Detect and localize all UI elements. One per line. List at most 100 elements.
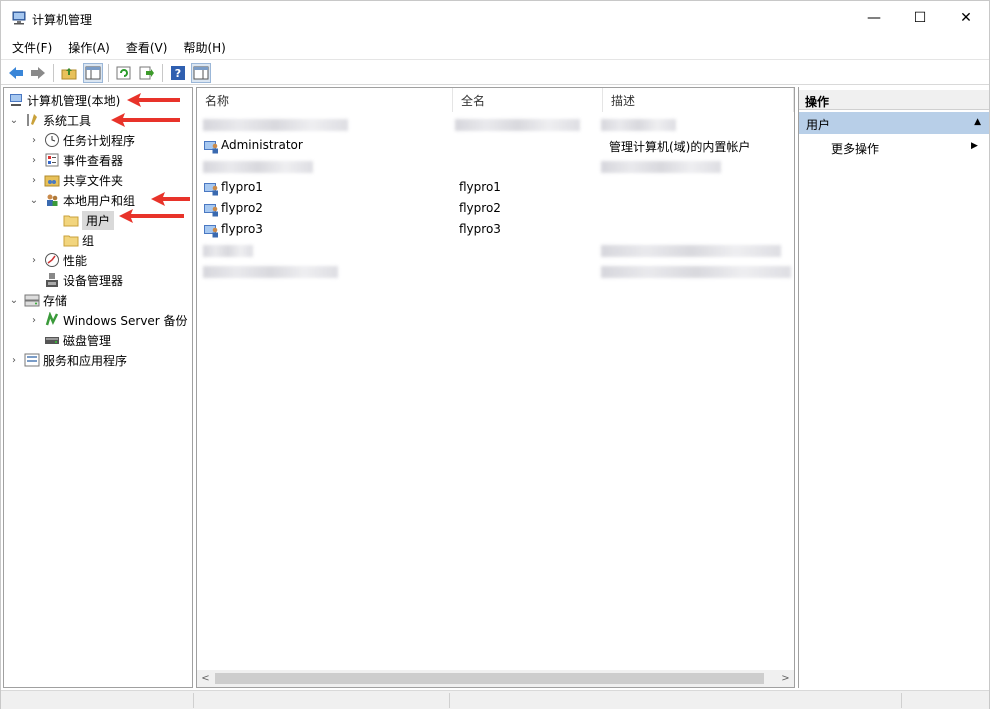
tree-label: 存储	[43, 293, 68, 308]
export-list-icon[interactable]	[137, 63, 157, 83]
tree-label: 共享文件夹	[63, 173, 124, 188]
annotation-arrow	[151, 192, 190, 206]
chevron-down-icon[interactable]: ⌄	[8, 115, 20, 126]
chevron-right-icon[interactable]: ›	[8, 355, 20, 366]
show-hide-tree-icon[interactable]	[83, 63, 103, 83]
tree-item-task-scheduler[interactable]: › 任务计划程序	[28, 130, 135, 150]
user-full-name: flypro2	[459, 201, 501, 215]
section-label: 用户	[806, 118, 831, 132]
annotation-arrow	[119, 209, 184, 223]
event-viewer-icon	[45, 153, 59, 167]
tree-item-shared-folders[interactable]: › 共享文件夹	[28, 170, 123, 190]
user-list: 名称 全名 描述 Administrator 管理计算机(域)的内置帐户 fly…	[196, 87, 795, 688]
column-header-full-name[interactable]: 全名	[453, 88, 603, 112]
tree-item-event-viewer[interactable]: › 事件查看器	[28, 150, 123, 170]
close-button[interactable]: ✕	[943, 1, 989, 35]
status-bar	[1, 690, 989, 709]
actions-pane: 操作 用户 ▲ 更多操作 ▶	[798, 87, 989, 688]
refresh-icon[interactable]	[114, 63, 134, 83]
performance-icon	[45, 253, 59, 267]
tree-item-device-manager[interactable]: 设备管理器	[44, 270, 123, 290]
maximize-button[interactable]: ☐	[897, 1, 943, 35]
tree-label: 性能	[63, 253, 88, 268]
tree-label: 事件查看器	[63, 153, 124, 168]
disk-icon	[45, 337, 59, 344]
backup-icon	[45, 312, 59, 326]
tools-icon	[27, 114, 37, 126]
tree-label: 组	[82, 233, 95, 248]
computer-management-icon	[10, 94, 22, 106]
scroll-right-icon[interactable]: >	[777, 670, 794, 687]
folder-icon	[63, 215, 79, 227]
toolbar: ?	[1, 59, 989, 85]
tree-label: 计算机管理(本地)	[27, 93, 121, 108]
show-hide-action-pane-icon[interactable]	[191, 63, 211, 83]
tree-label: 用户	[82, 210, 115, 230]
menu-help[interactable]: 帮助(H)	[172, 36, 230, 58]
tree-item-performance[interactable]: › 性能	[28, 250, 87, 270]
chevron-down-icon[interactable]: ⌄	[8, 295, 20, 306]
tree-item-computer-management[interactable]: 计算机管理(本地)	[8, 90, 120, 110]
list-item[interactable]: flypro2 flypro2	[197, 199, 794, 219]
list-item-redacted[interactable]	[197, 262, 794, 282]
submenu-arrow-icon[interactable]: ▶	[971, 141, 978, 151]
user-icon	[204, 183, 218, 196]
back-arrow-icon[interactable]	[6, 63, 26, 83]
user-name: Administrator	[221, 138, 303, 152]
user-name: flypro2	[221, 201, 263, 215]
minimize-button[interactable]: —	[851, 1, 897, 35]
tree-item-services-apps[interactable]: › 服务和应用程序	[8, 350, 127, 370]
annotation-arrow	[111, 113, 180, 127]
window-title: 计算机管理	[32, 13, 93, 27]
horizontal-scrollbar[interactable]: < >	[197, 670, 794, 687]
tree-label: 服务和应用程序	[43, 353, 128, 368]
up-folder-icon[interactable]	[59, 63, 79, 83]
forward-arrow-icon[interactable]	[28, 63, 48, 83]
menu-view[interactable]: 查看(V)	[115, 36, 173, 58]
storage-icon	[24, 294, 40, 307]
svg-text:?: ?	[175, 67, 181, 80]
chevron-right-icon[interactable]: ›	[28, 135, 40, 146]
tree-label: 设备管理器	[63, 273, 124, 288]
column-header-name[interactable]: 名称	[197, 88, 453, 112]
folder-icon	[63, 235, 79, 247]
tree-item-local-users-groups[interactable]: ⌄ 本地用户和组	[28, 190, 135, 210]
help-icon[interactable]: ?	[168, 63, 188, 83]
menu-action[interactable]: 操作(A)	[57, 36, 115, 58]
tree-item-groups[interactable]: 组	[63, 230, 94, 250]
list-item-redacted[interactable]	[197, 157, 794, 177]
collapse-up-icon[interactable]: ▲	[974, 117, 981, 127]
scroll-left-icon[interactable]: <	[197, 670, 214, 687]
chevron-right-icon[interactable]: ›	[28, 315, 40, 326]
chevron-right-icon[interactable]: ›	[28, 155, 40, 166]
column-header-description[interactable]: 描述	[603, 88, 794, 112]
tree-item-disk-management[interactable]: 磁盘管理	[44, 330, 111, 350]
user-icon	[204, 204, 218, 217]
tree-label: 任务计划程序	[63, 133, 136, 148]
tree-label: 磁盘管理	[63, 333, 112, 348]
menu-file[interactable]: 文件(F)	[1, 36, 57, 58]
actions-section-users[interactable]: 用户 ▲	[799, 112, 989, 134]
list-item-redacted[interactable]	[197, 115, 794, 135]
console-tree: 计算机管理(本地) ⌄ 系统工具 › 任务计划程序 › 事件查看器 › 共享文件…	[3, 87, 193, 688]
more-actions-link[interactable]: 更多操作	[831, 140, 879, 157]
tree-item-windows-server-backup[interactable]: › Windows Server 备份	[28, 310, 188, 330]
chevron-right-icon[interactable]: ›	[28, 255, 40, 266]
list-item[interactable]: flypro3 flypro3	[197, 220, 794, 240]
list-item-redacted[interactable]	[197, 241, 794, 261]
user-icon	[204, 225, 218, 238]
clock-icon	[45, 133, 59, 147]
list-item[interactable]: Administrator 管理计算机(域)的内置帐户	[197, 136, 794, 156]
users-group-icon	[47, 194, 58, 206]
title-bar: 计算机管理 — ☐ ✕	[1, 1, 989, 35]
tree-item-system-tools[interactable]: ⌄ 系统工具	[8, 110, 91, 130]
scrollbar-thumb[interactable]	[215, 673, 764, 684]
tree-item-users[interactable]: 用户	[63, 210, 115, 230]
chevron-down-icon[interactable]: ⌄	[28, 195, 40, 206]
menu-bar: 文件(F) 操作(A) 查看(V) 帮助(H)	[1, 36, 989, 58]
shared-folder-icon	[44, 175, 60, 187]
list-item[interactable]: flypro1 flypro1	[197, 178, 794, 198]
chevron-right-icon[interactable]: ›	[28, 175, 40, 186]
tree-item-storage[interactable]: ⌄ 存储	[8, 290, 67, 310]
tree-label: 系统工具	[43, 113, 92, 128]
